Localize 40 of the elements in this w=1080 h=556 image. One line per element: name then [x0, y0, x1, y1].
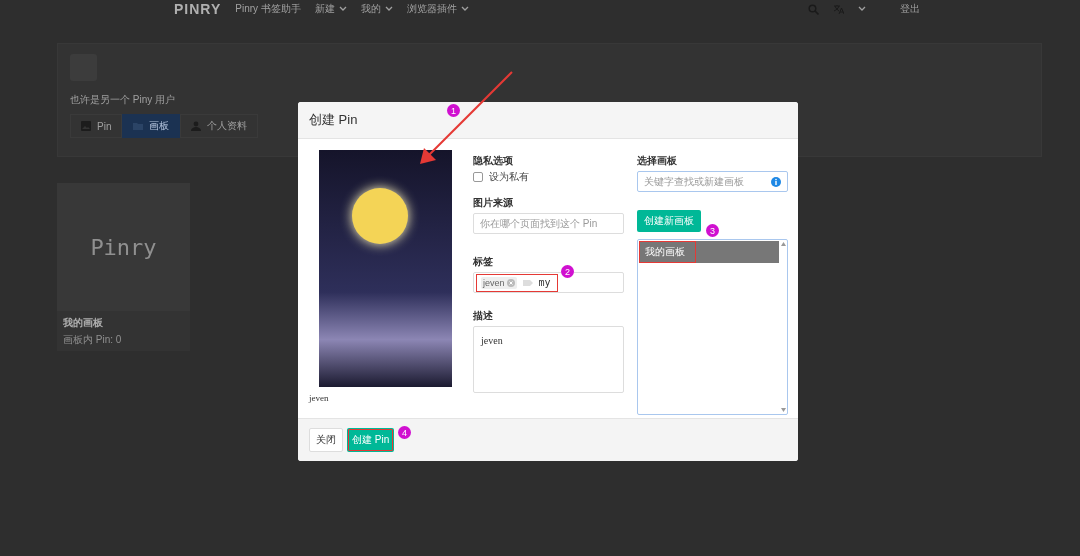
- profile-tab[interactable]: 画板: [122, 114, 181, 138]
- nav-menu-item[interactable]: 我的: [360, 2, 393, 16]
- chevron-down-icon: [338, 6, 347, 12]
- description-textarea[interactable]: jeven: [473, 326, 624, 393]
- scroll-down-icon[interactable]: [780, 408, 786, 412]
- field-label: 隐私选项: [473, 154, 514, 168]
- field-label: 描述: [473, 309, 494, 323]
- board-listbox[interactable]: 我的画板: [637, 239, 788, 415]
- logo[interactable]: PINRY: [174, 1, 222, 17]
- close-button[interactable]: 关闭: [309, 428, 343, 452]
- board-title: 我的画板: [62, 316, 104, 330]
- chevron-down-icon: [384, 6, 393, 12]
- dialog-title: 创建 Pin: [309, 111, 358, 129]
- info-icon: [771, 176, 781, 187]
- tag-chip[interactable]: jeven: [481, 276, 517, 289]
- remove-icon[interactable]: [506, 278, 515, 287]
- field-label: 选择画板: [637, 154, 678, 168]
- nav-menu-item[interactable]: 浏览器插件: [406, 2, 469, 16]
- board-search-field[interactable]: 关键字查找或新建画板: [637, 171, 788, 192]
- field-label: 标签: [473, 255, 494, 269]
- board-pin-count: 画板内 Pin: 0: [62, 333, 123, 347]
- nav-menu-item[interactable]: 新建: [314, 2, 347, 16]
- board-option[interactable]: 我的画板: [639, 241, 696, 263]
- chevron-down-icon: [460, 6, 469, 12]
- board-card[interactable]: Pinry 我的画板 画板内 Pin: 0: [57, 183, 190, 351]
- logout-link[interactable]: 登出: [900, 2, 920, 16]
- nav-menu-item[interactable]: Pinry 书签助手: [235, 2, 301, 16]
- tag-input-text: my: [538, 277, 551, 288]
- tag-icon: [522, 279, 533, 286]
- scroll-up-icon[interactable]: [780, 242, 786, 246]
- checkbox-label[interactable]: 设为私有: [489, 170, 529, 184]
- username: 也许是另一个 Piny 用户: [70, 93, 176, 107]
- board-cover: Pinry: [57, 183, 190, 311]
- image-caption: jeven: [309, 393, 329, 403]
- private-checkbox[interactable]: [473, 172, 483, 182]
- profile-tab[interactable]: Pin: [70, 114, 123, 138]
- chevron-down-icon: [858, 6, 866, 12]
- source-input-field[interactable]: 你在哪个页面找到这个 Pin: [473, 213, 624, 234]
- profile-tab[interactable]: 个人资料: [180, 114, 259, 138]
- field-label: 图片来源: [473, 196, 514, 210]
